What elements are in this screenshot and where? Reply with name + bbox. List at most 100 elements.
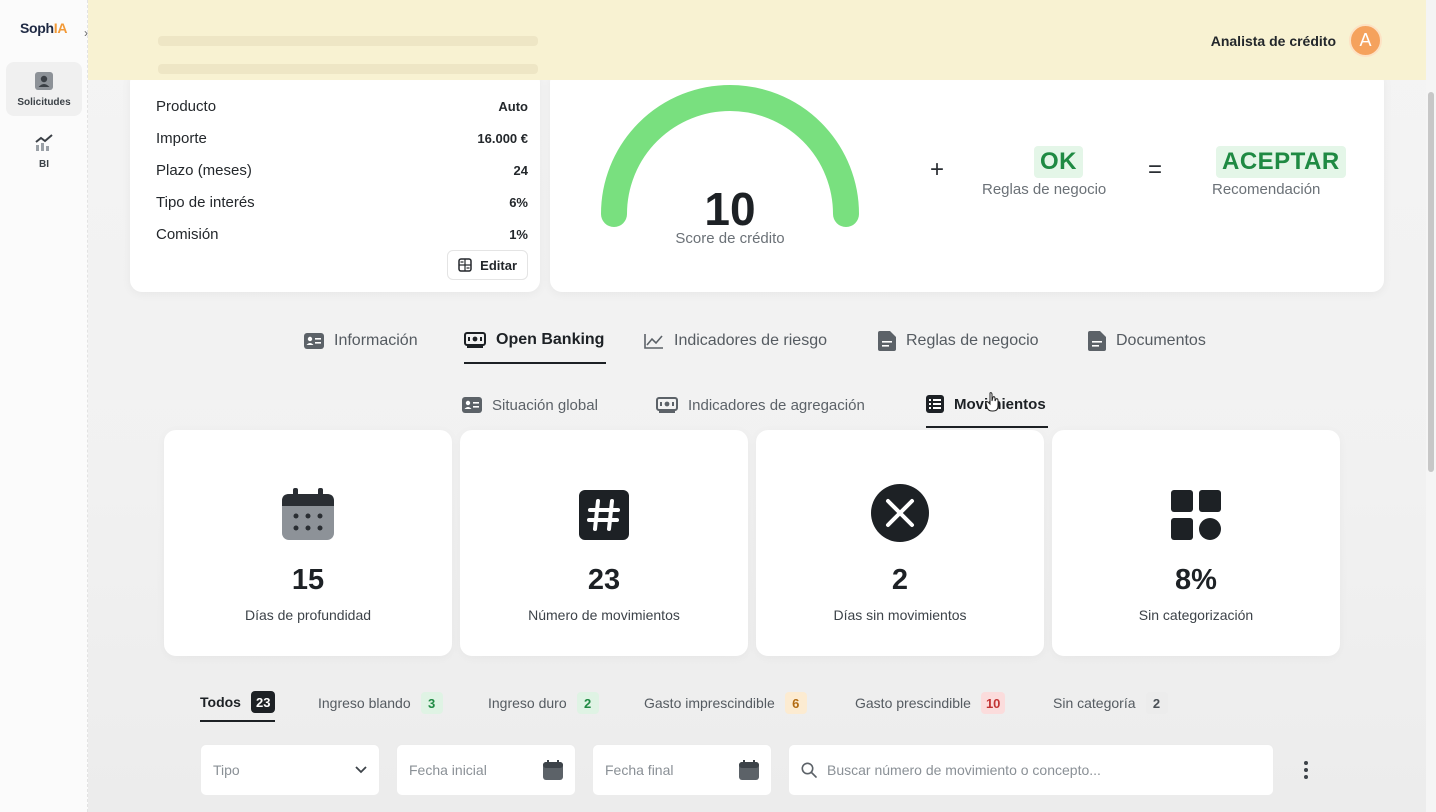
tab-reglas-negocio[interactable]: Reglas de negocio [878, 318, 1039, 364]
avatar[interactable]: A [1349, 24, 1382, 57]
edit-button-label: Editar [480, 257, 517, 273]
list-icon [926, 395, 944, 413]
stat-card-profundidad: 15 Días de profundidad [164, 430, 452, 656]
sidebar: SophIA › Solicitudes BI [0, 0, 88, 812]
stat-label: Número de movimientos [528, 607, 680, 623]
calendar-icon[interactable] [739, 760, 759, 780]
hash-icon [579, 490, 629, 540]
filter-count: 6 [784, 692, 807, 714]
recommendation-status: ACEPTAR [1216, 146, 1346, 178]
filter-tab-gasto-prescindible[interactable]: Gasto prescindible 10 [855, 684, 1006, 722]
loan-row-plazo: Plazo (meses) 24 [156, 160, 528, 180]
filter-tab-ingreso-duro[interactable]: Ingreso duro 2 [488, 684, 599, 722]
header-faded-row [158, 36, 538, 46]
stat-label: Días de profundidad [244, 607, 372, 623]
hand-cursor-icon [985, 392, 999, 412]
filter-label: Todos [200, 694, 241, 710]
categories-icon [1171, 490, 1221, 540]
credit-score-value: 10 [704, 183, 756, 235]
tab-label: Open Banking [496, 331, 605, 348]
calendar-icon[interactable] [543, 760, 563, 780]
credit-score-label: Score de crédito [675, 230, 785, 247]
loan-row-tipo-interes: Tipo de interés 6% [156, 192, 528, 212]
sidebar-item-solicitudes[interactable]: Solicitudes [6, 62, 82, 116]
loan-row-producto: Producto Auto [156, 96, 528, 116]
id-card-icon [462, 397, 482, 413]
document-icon [878, 331, 896, 351]
logo-text: Soph [20, 20, 54, 36]
tab-documentos[interactable]: Documentos [1088, 318, 1206, 364]
search-field[interactable] [788, 744, 1274, 796]
stat-value: 2 [891, 564, 909, 596]
start-date-input[interactable] [409, 762, 543, 778]
subtab-label: Indicadores de agregación [688, 396, 865, 414]
stat-card-sin-categorizacion: 8% Sin categorización [1052, 430, 1340, 656]
loan-row-comision: Comisión 1% [156, 224, 528, 244]
tab-label: Documentos [1116, 332, 1206, 349]
subtab-indicadores-agregacion[interactable]: Indicadores de agregación [656, 382, 865, 428]
banknote-icon [656, 397, 678, 413]
search-input[interactable] [827, 762, 1261, 778]
loan-row-value: 6% [509, 194, 528, 210]
stat-value: 15 [291, 564, 325, 596]
user-card-icon [35, 71, 53, 90]
sidebar-item-bi[interactable]: BI [6, 124, 82, 178]
filter-count: 10 [980, 692, 1006, 714]
equals-sign: = [1148, 156, 1163, 183]
score-card: 10 Score de crédito + OK Reglas de negoc… [550, 70, 1384, 292]
end-date-field[interactable] [592, 744, 772, 796]
loan-row-value: 16.000 € [477, 130, 528, 146]
loan-row-importe: Importe 16.000 € [156, 128, 528, 148]
app-logo[interactable]: SophIA [20, 20, 68, 36]
edit-button[interactable]: Editar [447, 250, 528, 280]
filter-tab-sin-categoria[interactable]: Sin categoría 2 [1053, 684, 1168, 722]
filter-count: 2 [1145, 692, 1168, 714]
chevron-down-icon [355, 766, 367, 774]
search-icon [801, 762, 817, 778]
type-select-input[interactable] [213, 762, 355, 778]
tab-open-banking[interactable]: Open Banking [464, 318, 607, 364]
user-role: Analista de crédito [1210, 33, 1336, 49]
tab-indicadores-riesgo[interactable]: Indicadores de riesgo [644, 318, 827, 364]
loan-row-value: 1% [509, 226, 528, 242]
filter-tab-gasto-imprescindible[interactable]: Gasto imprescindible 6 [644, 684, 807, 722]
chart-trend-icon [35, 133, 53, 151]
sidebar-item-label: Solicitudes [17, 96, 71, 108]
loan-summary-card: Producto Auto Importe 16.000 € Plazo (me… [130, 70, 540, 292]
business-rules-label: Reglas de negocio [982, 181, 1107, 198]
loan-row-value: 24 [513, 162, 528, 178]
recommendation-label: Recomendación [1212, 181, 1321, 198]
type-select[interactable] [200, 744, 380, 796]
calendar-icon [282, 488, 334, 540]
tab-informacion[interactable]: Información [304, 318, 418, 364]
start-date-field[interactable] [396, 744, 576, 796]
sidebar-item-label: BI [39, 158, 49, 170]
stat-card-dias-sin-movimientos: 2 Días sin movimientos [756, 430, 1044, 656]
loan-row-value: Auto [498, 98, 528, 114]
stat-card-movimientos: 23 Número de movimientos [460, 430, 748, 656]
filter-label: Gasto imprescindible [644, 695, 775, 711]
stat-label: Días sin movimientos [833, 607, 967, 623]
subtab-situacion-global[interactable]: Situación global [462, 382, 598, 428]
filter-label: Gasto prescindible [855, 695, 971, 711]
filter-label: Ingreso duro [488, 695, 567, 711]
tab-label: Reglas de negocio [906, 332, 1039, 349]
stat-label: Sin categorización [1138, 607, 1254, 623]
top-header: Analista de crédito A [88, 0, 1426, 80]
documents-icon [1088, 331, 1106, 351]
filter-label: Sin categoría [1053, 695, 1136, 711]
tab-label: Información [334, 332, 418, 349]
banknote-icon [464, 332, 486, 348]
scrollbar-thumb[interactable] [1428, 92, 1434, 472]
loan-row-label: Tipo de interés [156, 193, 255, 211]
loan-row-label: Comisión [156, 225, 219, 243]
filter-tab-ingreso-blando[interactable]: Ingreso blando 3 [318, 684, 443, 722]
end-date-input[interactable] [605, 762, 739, 778]
filter-label: Ingreso blando [318, 695, 411, 711]
filter-tab-todos[interactable]: Todos 23 [200, 684, 276, 722]
filter-count: 3 [420, 692, 443, 714]
loan-row-label: Importe [156, 129, 207, 147]
x-circle-icon [871, 484, 929, 542]
more-options-icon[interactable] [1296, 756, 1316, 784]
subtab-label: Situación global [492, 396, 598, 414]
